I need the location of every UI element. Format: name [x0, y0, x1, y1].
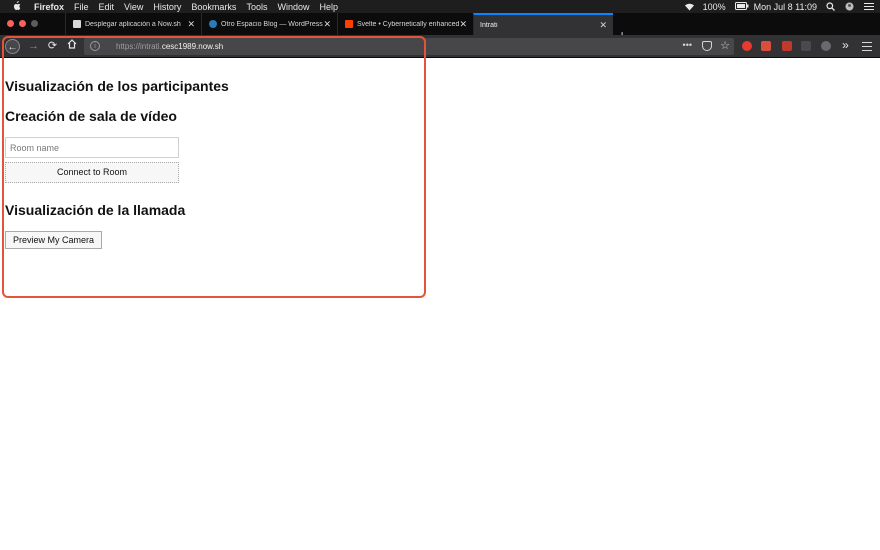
- browser-tab-strip: Desplegar aplicación a Now.sh ✕ Otro Esp…: [0, 13, 880, 42]
- tab-intrati[interactable]: Intrati ✕: [473, 13, 613, 35]
- user-avatar-icon[interactable]: [845, 2, 855, 11]
- tab-title: Otro Espacio Blog — WordPress: [221, 20, 323, 28]
- back-arrow-icon[interactable]: ←: [5, 39, 20, 54]
- menu-edit[interactable]: Edit: [99, 2, 115, 12]
- svelte-favicon-icon: [345, 20, 353, 28]
- battery-icon[interactable]: [734, 2, 749, 11]
- extension-red-plus-icon[interactable]: [742, 41, 752, 51]
- notification-center-icon[interactable]: [864, 2, 874, 11]
- browser-nav-bar: ← → ⟳ i https://intrati.cesc1989.now.sh …: [0, 35, 880, 58]
- macos-menu-bar: Firefox File Edit View History Bookmarks…: [0, 0, 880, 13]
- extension-pen-icon[interactable]: [782, 41, 792, 51]
- menu-history[interactable]: History: [153, 2, 181, 12]
- tab-otro-espacio[interactable]: Otro Espacio Blog — WordPress ✕: [201, 13, 337, 35]
- forward-arrow-icon[interactable]: →: [26, 39, 41, 54]
- zoom-window-icon[interactable]: [31, 20, 38, 27]
- page-actions-more-icon[interactable]: •••: [683, 40, 692, 50]
- menu-help[interactable]: Help: [319, 2, 338, 12]
- url-text[interactable]: https://intrati.cesc1989.now.sh: [116, 42, 223, 51]
- tab-title: Svelte • Cybernetically enhanced: [357, 20, 460, 28]
- heading-participants: Visualización de los participantes: [5, 78, 229, 94]
- battery-percent: 100%: [702, 1, 726, 12]
- close-tab-icon[interactable]: ✕: [459, 19, 467, 30]
- tab-title: Intrati: [480, 21, 498, 29]
- site-info-icon[interactable]: i: [90, 41, 100, 51]
- heading-room: Creación de sala de vídeo: [5, 108, 177, 124]
- wifi-icon[interactable]: [684, 2, 694, 11]
- menu-bookmarks[interactable]: Bookmarks: [191, 2, 236, 12]
- menu-view[interactable]: View: [124, 2, 143, 12]
- spotlight-search-icon[interactable]: [826, 2, 836, 11]
- pocket-icon[interactable]: [702, 41, 712, 51]
- now-sh-favicon-icon: [73, 20, 81, 28]
- hamburger-menu-icon[interactable]: [862, 40, 872, 53]
- reload-icon[interactable]: ⟳: [45, 39, 60, 54]
- close-window-icon[interactable]: [7, 20, 14, 27]
- menu-app-name[interactable]: Firefox: [34, 2, 64, 12]
- menubar-clock[interactable]: Mon Jul 8 11:09: [754, 2, 817, 12]
- extension-dark-circle-icon[interactable]: [821, 41, 831, 51]
- menu-window[interactable]: Window: [277, 2, 309, 12]
- connect-to-room-button[interactable]: Connect to Room: [5, 162, 179, 183]
- tab-desplegar[interactable]: Desplegar aplicación a Now.sh ✕: [65, 13, 201, 35]
- room-name-input[interactable]: [5, 137, 179, 158]
- url-bar[interactable]: i https://intrati.cesc1989.now.sh ••• ☆: [84, 38, 734, 55]
- window-controls: [7, 20, 38, 27]
- wordpress-favicon-icon: [209, 20, 217, 28]
- extension-gray-icon[interactable]: [801, 41, 811, 51]
- tab-title: Desplegar aplicación a Now.sh: [85, 20, 181, 28]
- tab-svelte[interactable]: Svelte • Cybernetically enhanced ✕: [337, 13, 473, 35]
- bookmark-star-icon[interactable]: ☆: [720, 39, 730, 52]
- preview-camera-button[interactable]: Preview My Camera: [5, 231, 102, 249]
- close-tab-icon[interactable]: ✕: [187, 19, 195, 30]
- close-tab-icon[interactable]: ✕: [323, 19, 331, 30]
- page-content: Visualización de los participantes Creac…: [0, 59, 880, 550]
- overflow-chevron-icon[interactable]: »: [838, 38, 853, 53]
- home-icon[interactable]: [64, 39, 79, 54]
- menu-tools[interactable]: Tools: [246, 2, 267, 12]
- close-tab-icon[interactable]: ✕: [599, 20, 607, 31]
- minimize-window-icon[interactable]: [19, 20, 26, 27]
- apple-menu-icon[interactable]: [12, 0, 26, 13]
- menu-file[interactable]: File: [74, 2, 89, 12]
- extension-grid-icon[interactable]: [761, 41, 771, 51]
- heading-call: Visualización de la llamada: [5, 202, 186, 218]
